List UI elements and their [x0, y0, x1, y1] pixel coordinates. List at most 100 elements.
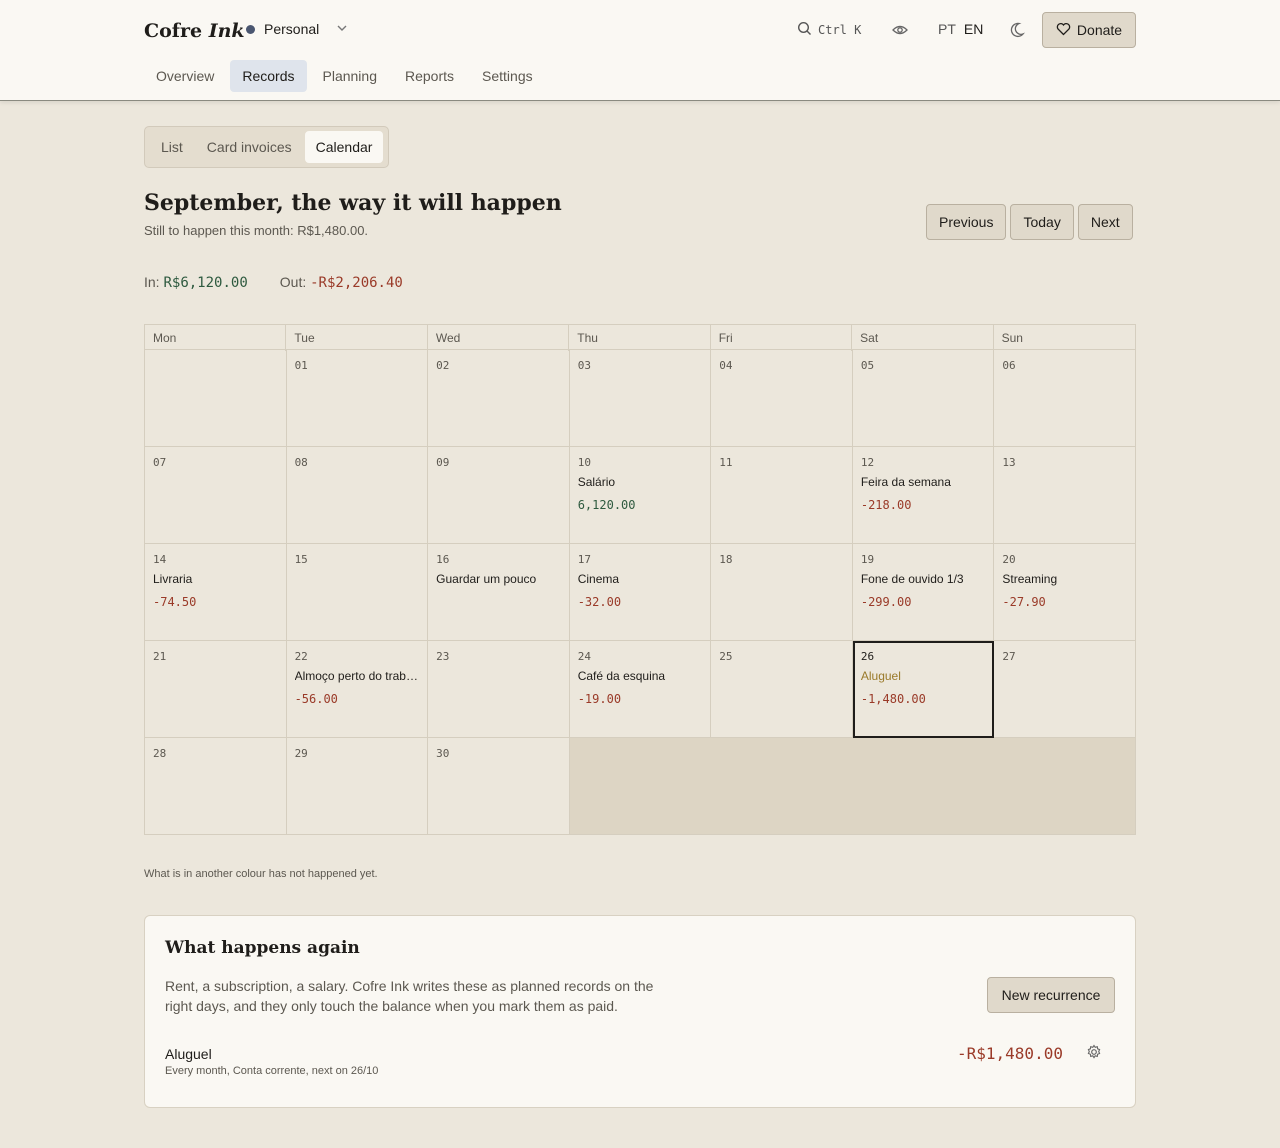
brand-italic: Ink	[208, 20, 245, 42]
calendar-day-cell[interactable]: 27	[994, 641, 1136, 738]
today-button[interactable]: Today	[1010, 204, 1074, 240]
calendar-day-cell[interactable]: 06	[994, 350, 1136, 447]
calendar-event-name[interactable]: Salário	[578, 475, 703, 489]
search-button[interactable]: Ctrl K	[797, 21, 861, 39]
recurrence-item-meta: Every month, Conta corrente, next on 26/…	[165, 1065, 379, 1077]
month-totals: In: R$6,120.00 Out: -R$2,206.40	[144, 274, 403, 291]
weekday-sat: Sat	[852, 325, 994, 351]
day-number: 27	[1002, 650, 1016, 663]
calendar-day-cell[interactable]: 20 Streaming -27.90	[994, 544, 1136, 641]
calendar-day-cell[interactable]: 08	[286, 447, 429, 544]
calendar-day-cell[interactable]: 19 Fone de ouvido 1/3 -299.00	[852, 544, 995, 641]
new-recurrence-button[interactable]: New recurrence	[987, 977, 1115, 1013]
expense-total: Out: -R$2,206.40	[280, 274, 403, 291]
calendar-day-cell[interactable]: 13	[994, 447, 1136, 544]
calendar-day-cell[interactable]: 12 Feira da semana -218.00	[852, 447, 995, 544]
day-number: 21	[153, 650, 167, 663]
search-icon	[797, 21, 812, 39]
nav-reports[interactable]: Reports	[393, 60, 466, 92]
calendar-day-cell[interactable]: 30	[428, 738, 570, 835]
calendar-day-cell[interactable]: 02	[428, 350, 570, 447]
calendar-event-name[interactable]: Cinema	[578, 572, 703, 586]
previous-month-button[interactable]: Previous	[926, 204, 1007, 240]
profile-switcher[interactable]: Personal	[246, 21, 348, 37]
day-number: 20	[1002, 553, 1016, 566]
profile-label: Personal	[264, 21, 320, 37]
calendar-day-cell[interactable]: 23	[428, 641, 570, 738]
day-number: 14	[153, 553, 167, 566]
calendar-day-cell[interactable]: 01	[286, 350, 429, 447]
recurrence-item-name[interactable]: Aluguel	[165, 1046, 212, 1062]
calendar-event-name[interactable]: Fone de ouvido 1/3	[861, 572, 986, 586]
day-number: 12	[860, 456, 875, 469]
calendar-day-cell[interactable]: 18	[711, 544, 853, 641]
day-number: 10	[577, 456, 591, 469]
weekday-wed: Wed	[428, 325, 570, 351]
day-number: 19	[860, 553, 875, 566]
calendar-event-amount: -56.00	[294, 692, 338, 706]
calendar-day-cell[interactable]: 21	[145, 641, 287, 738]
calendar-event-name[interactable]: Aluguel	[861, 669, 986, 683]
calendar-event-name[interactable]: Feira da semana	[861, 475, 986, 489]
calendar-event-amount: -19.00	[577, 692, 622, 706]
main-nav: Overview Records Planning Reports Settin…	[144, 60, 549, 92]
calendar-day-cell[interactable]: 07	[145, 447, 287, 544]
calendar-day-cell[interactable]: 10 Salário 6,120.00	[569, 447, 712, 544]
donate-button[interactable]: Donate	[1042, 12, 1136, 48]
language-switcher: PT EN	[938, 21, 983, 37]
nav-records[interactable]: Records	[230, 60, 307, 92]
top-header: Cofre Ink Personal Ctrl K PT EN Donate O…	[0, 0, 1280, 101]
recurrence-title: What happens again	[165, 938, 360, 958]
calendar-day-cell[interactable]: 16 Guardar um pouco	[428, 544, 570, 641]
calendar-day-cell[interactable]: 26 Aluguel -1,480.00	[852, 641, 995, 738]
page-title: September, the way it will happen	[144, 190, 562, 216]
income-value: R$6,120.00	[163, 275, 248, 291]
lang-pt[interactable]: PT	[938, 21, 956, 37]
day-number: 13	[1002, 456, 1016, 469]
calendar-event-name[interactable]: Guardar um pouco	[436, 572, 561, 586]
calendar-day-cell[interactable]: 14 Livraria -74.50	[145, 544, 287, 641]
calendar-event-name[interactable]: Livraria	[153, 572, 278, 586]
moon-icon[interactable]	[1009, 20, 1026, 45]
lang-en[interactable]: EN	[964, 21, 983, 37]
next-month-button[interactable]: Next	[1077, 204, 1133, 240]
calendar-day-cell[interactable]: 03	[569, 350, 712, 447]
calendar-event-name[interactable]: Almoço perto do trab…	[295, 669, 420, 683]
calendar-day-cell[interactable]: 04	[711, 350, 853, 447]
calendar-day-cell[interactable]: 15	[286, 544, 429, 641]
records-view-tabs: List Card invoices Calendar	[144, 126, 390, 168]
tab-list[interactable]: List	[150, 131, 194, 163]
tab-calendar[interactable]: Calendar	[304, 131, 384, 163]
calendar-day-cell[interactable]: 29	[286, 738, 429, 835]
nav-planning[interactable]: Planning	[311, 60, 390, 92]
calendar-day-cell[interactable]: 24 Café da esquina -19.00	[569, 641, 712, 738]
calendar-event-amount: -27.90	[1002, 595, 1046, 609]
calendar-day-cell[interactable]: 11	[711, 447, 853, 544]
eye-icon[interactable]	[892, 20, 908, 45]
calendar-day-cell[interactable]: 17 Cinema -32.00	[569, 544, 712, 641]
app-logo[interactable]: Cofre Ink	[144, 20, 245, 42]
calendar-day-cell[interactable]: 05	[852, 350, 995, 447]
calendar-day-cell[interactable]: 09	[428, 447, 570, 544]
calendar-day-cell[interactable]: 25	[711, 641, 853, 738]
calendar-day-cell[interactable]: 22 Almoço perto do trab… -56.00	[286, 641, 429, 738]
recurrence-card: What happens again Rent, a subscription,…	[144, 915, 1136, 1108]
weekday-fri: Fri	[711, 325, 853, 351]
day-number: 29	[294, 747, 308, 760]
day-number: 11	[719, 456, 733, 469]
calendar-outside-month	[569, 738, 1136, 835]
day-number: 23	[436, 650, 450, 663]
nav-overview[interactable]: Overview	[144, 60, 226, 92]
income-total: In: R$6,120.00	[144, 274, 248, 291]
nav-settings[interactable]: Settings	[470, 60, 545, 92]
day-number: 28	[153, 747, 167, 760]
day-number: 16	[436, 553, 450, 566]
calendar-day-cell[interactable]	[145, 350, 287, 447]
calendar-event-name[interactable]: Café da esquina	[578, 669, 703, 683]
day-number: 08	[294, 456, 308, 469]
calendar-day-cell[interactable]: 28	[145, 738, 287, 835]
calendar-grid: 01 02 03 04 05 06 07 08 09 10 Salário 6,120.00 11 12 F…	[144, 349, 1136, 835]
gear-icon[interactable]	[1086, 1044, 1102, 1065]
calendar-event-name[interactable]: Streaming	[1002, 572, 1127, 586]
tab-card-invoices[interactable]: Card invoices	[196, 131, 303, 163]
